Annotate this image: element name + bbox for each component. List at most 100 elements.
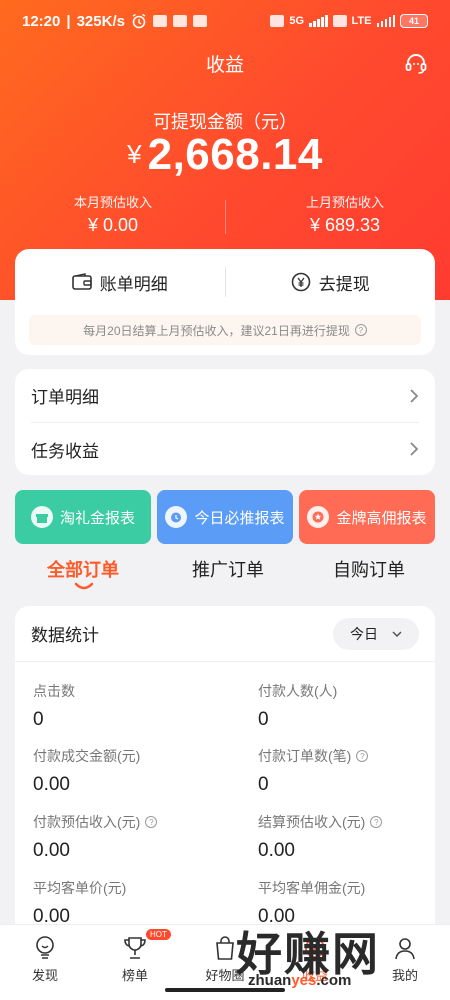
withdraw-icon	[291, 272, 311, 292]
metric-settle-estimate: 结算预估收入(元)? 0.00	[258, 812, 383, 862]
metric-clicks: 点击数 0	[33, 681, 75, 731]
period-select[interactable]: 今日	[333, 617, 419, 650]
accessibility-icon	[192, 15, 207, 27]
withdraw-button[interactable]: 去提现	[226, 270, 436, 295]
shopping-bag-icon	[216, 936, 234, 960]
balance-amount: ¥2,668.14	[0, 130, 450, 180]
report-button-today[interactable]: 今日必推报表	[157, 490, 293, 544]
last-month-estimate: 上月预估收入 ¥ 689.33	[225, 192, 450, 236]
nav-label: 发现	[31, 968, 58, 983]
network-5g: 5G	[289, 15, 305, 27]
metric-value: 0	[258, 774, 269, 795]
report-button-gold[interactable]: 金牌高佣报表	[299, 490, 435, 544]
metric-paid-orders: 付款订单数(笔)? 0	[258, 746, 369, 796]
hd-icon-2	[332, 15, 347, 27]
bill-detail-button[interactable]: 账单明细	[15, 270, 225, 295]
metric-payers: 付款人数(人) 0	[258, 681, 337, 731]
hot-badge: HOT	[146, 929, 171, 940]
metric-label: 付款订单数(笔)	[258, 748, 352, 764]
detail-list-card: 订单明细 任务收益	[15, 369, 435, 475]
nav-label: 榜单	[121, 968, 148, 983]
report-button-taolijin[interactable]: 淘礼金报表	[15, 490, 151, 544]
wallet-card: 账单明细 去提现 每月20日结算上月预估收入，建议21日再进行提现 ?	[15, 249, 435, 355]
status-separator: |	[66, 12, 71, 30]
alarm-clock-icon	[165, 506, 188, 528]
watermark-site-post: .com	[316, 972, 352, 989]
chevron-right-icon	[410, 442, 419, 456]
network-lte: LTE	[351, 15, 372, 27]
tab-all-orders[interactable]: 全部订单	[47, 556, 119, 582]
currency-symbol: ¥	[127, 139, 142, 169]
balance-value: 2,668.14	[147, 130, 323, 179]
question-icon[interactable]: ?	[356, 750, 369, 762]
withdraw-label: 去提现	[318, 274, 370, 294]
metric-label: 点击数	[33, 683, 75, 699]
hd-icon	[270, 15, 285, 27]
list-item-task-earnings[interactable]: 任务收益	[31, 422, 419, 475]
nav-discover[interactable]: 发现	[0, 933, 90, 984]
metric-label: 结算预估收入(元)	[258, 814, 366, 830]
tab-self-orders[interactable]: 自购订单	[333, 556, 405, 582]
question-icon[interactable]: ?	[370, 816, 383, 828]
this-month-value: ¥ 0.00	[87, 215, 139, 235]
alarm-icon	[132, 13, 146, 29]
report-label: 金牌高佣报表	[336, 509, 427, 527]
signal-icon	[309, 15, 328, 27]
watermark-logo: 好赚网 zhuanyes.com	[236, 918, 446, 994]
metric-avg-price: 平均客单价(元) 0.00	[33, 878, 126, 928]
customer-service-icon[interactable]	[404, 52, 428, 76]
chevron-down-icon	[392, 630, 402, 637]
metric-value: 0.00	[33, 774, 70, 795]
tab-active-indicator	[74, 582, 94, 590]
question-icon[interactable]: ?	[145, 816, 158, 828]
page-title: 收益	[205, 55, 244, 76]
battery-icon: 41	[400, 14, 428, 28]
metric-label: 付款预估收入(元)	[33, 814, 141, 830]
status-time: 12:20	[22, 12, 61, 30]
trophy-icon	[124, 937, 146, 959]
bill-detail-label: 账单明细	[99, 274, 168, 294]
status-speed: 325K/s	[76, 12, 125, 30]
metric-value: 0.00	[33, 840, 70, 861]
question-icon[interactable]: ?	[354, 324, 367, 336]
stats-title: 数据统计	[31, 626, 99, 645]
metric-label: 付款人数(人)	[258, 683, 338, 699]
metric-paid-estimate: 付款预估收入(元)? 0.00	[33, 812, 158, 862]
tab-promotion-orders[interactable]: 推广订单	[192, 556, 264, 582]
this-month-estimate: 本月预估收入 ¥ 0.00	[18, 192, 208, 236]
metric-value: 0	[258, 709, 269, 730]
last-month-label: 上月预估收入	[305, 195, 384, 210]
list-item-label: 任务收益	[31, 441, 99, 461]
list-item-order-detail[interactable]: 订单明细	[15, 369, 435, 422]
phone-app-icon	[172, 15, 187, 27]
stats-card: 数据统计 今日 点击数 0 付款人数(人) 0 付款成交金额(元) 0.00 付…	[15, 606, 435, 936]
medal-icon	[307, 506, 330, 528]
this-month-label: 本月预估收入	[73, 195, 152, 210]
report-label: 淘礼金报表	[59, 509, 135, 527]
metric-label: 付款成交金额(元)	[33, 748, 141, 764]
gift-icon	[30, 506, 53, 528]
metric-value: 0.00	[258, 840, 295, 861]
home-indicator	[165, 988, 285, 992]
report-label: 今日必推报表	[194, 509, 285, 527]
order-tabs: 全部订单 推广订单 自购订单	[0, 554, 450, 594]
nav-ranking[interactable]: HOT 榜单	[90, 929, 180, 984]
period-value: 今日	[350, 625, 378, 642]
settlement-tip: 每月20日结算上月预估收入，建议21日再进行提现 ?	[29, 315, 421, 345]
metric-value: 0	[33, 709, 44, 730]
watermark-site: zhuanyes.com	[248, 972, 351, 989]
battery-level: 41	[408, 16, 419, 26]
settlement-tip-text: 每月20日结算上月预估收入，建议21日再进行提现	[83, 323, 350, 338]
metric-paid-amount: 付款成交金额(元) 0.00	[33, 746, 140, 796]
metric-label: 平均客单佣金(元)	[258, 880, 366, 896]
watermark-site-pre: zhuan	[248, 972, 292, 989]
chevron-right-icon	[410, 388, 419, 403]
watermark-site-highlight: yes	[291, 972, 317, 989]
notification-icon	[152, 15, 167, 27]
list-item-label: 订单明细	[31, 388, 99, 407]
last-month-value: ¥ 689.33	[309, 215, 381, 235]
signal-icon-2	[376, 15, 395, 27]
lightbulb-icon	[36, 936, 54, 959]
wallet-icon	[71, 273, 92, 290]
metric-label: 平均客单价(元)	[33, 880, 127, 896]
